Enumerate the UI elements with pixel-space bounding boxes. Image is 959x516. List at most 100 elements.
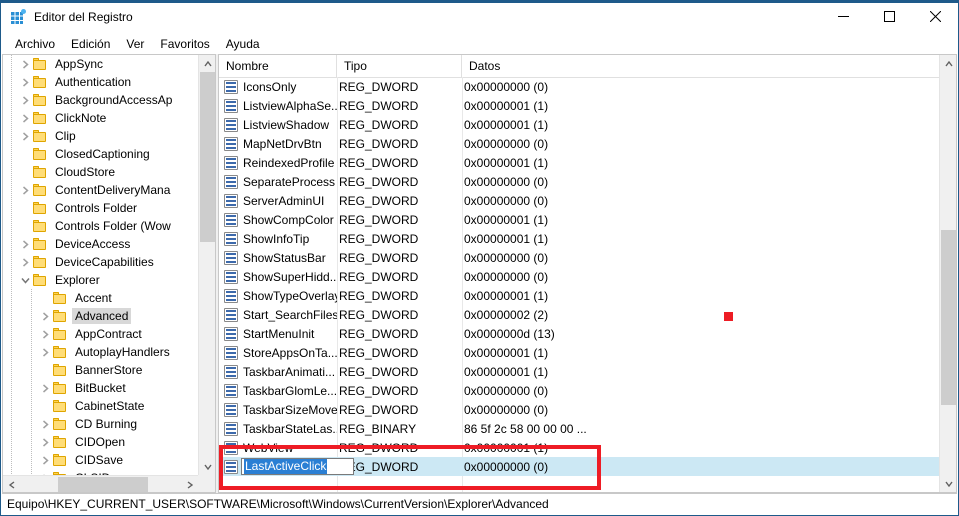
tree-scroll-down-icon[interactable] <box>199 458 215 475</box>
tree-item-clip[interactable]: Clip <box>3 127 198 145</box>
tree-item-controls-folder-wow[interactable]: Controls Folder (Wow <box>3 217 198 235</box>
tree-item-contentdeliverymana[interactable]: ContentDeliveryMana <box>3 181 198 199</box>
chevron-right-icon[interactable] <box>17 109 33 127</box>
value-row[interactable]: ListviewShadow REG_DWORD 0x00000001 (1) <box>219 115 939 134</box>
value-name-cell[interactable]: MapNetDrvBtn <box>219 136 337 151</box>
tree-item-explorer[interactable]: Explorer <box>3 271 198 289</box>
tree-hscroll-thumb[interactable] <box>58 477 148 492</box>
value-row[interactable]: WebView REG_DWORD 0x00000001 (1) <box>219 438 939 457</box>
value-row[interactable]: ListviewAlphaSe... REG_DWORD 0x00000001 (1… <box>219 96 939 115</box>
menu-archivo[interactable]: Archivo <box>7 35 63 53</box>
list-vertical-scrollbar[interactable] <box>939 55 956 492</box>
tree-item-authentication[interactable]: Authentication <box>3 73 198 91</box>
chevron-right-icon[interactable] <box>17 73 33 91</box>
value-row[interactable]: TaskbarStateLas... REG_BINARY 86 5f 2c 58 … <box>219 419 939 438</box>
tree-item-devicecapabilities[interactable]: DeviceCapabilities <box>3 253 198 271</box>
value-row[interactable]: ShowTypeOverlay REG_DWORD 0x00000001 (1) <box>219 286 939 305</box>
tree-item-closedcaptioning[interactable]: ClosedCaptioning <box>3 145 198 163</box>
value-row[interactable]: TaskbarSizeMove REG_DWORD 0x00000000 (0) <box>219 400 939 419</box>
value-row[interactable]: ReindexedProfile REG_DWORD 0x00000001 (1) <box>219 153 939 172</box>
chevron-right-icon[interactable] <box>17 127 33 145</box>
value-row[interactable]: ShowSuperHidd... REG_DWORD 0x00000000 (0) <box>219 267 939 286</box>
value-row[interactable]: ServerAdminUI REG_DWORD 0x00000000 (0) <box>219 191 939 210</box>
tree-item-appcontract[interactable]: AppContract <box>3 325 198 343</box>
rename-input[interactable]: LastActiveClick <box>241 458 354 475</box>
tree-item-backgroundaccessap[interactable]: BackgroundAccessAp <box>3 91 198 109</box>
tree-item-cidsave[interactable]: CIDSave <box>3 451 198 469</box>
maximize-button[interactable] <box>866 1 912 32</box>
tree-vertical-scrollbar[interactable] <box>198 55 215 475</box>
value-name-cell[interactable]: ReindexedProfile <box>219 155 337 170</box>
tree-scroll-left-icon[interactable] <box>3 476 20 492</box>
value-name-cell[interactable]: TaskbarAnimati... <box>219 364 337 379</box>
minimize-button[interactable] <box>820 1 866 32</box>
list-scroll-thumb[interactable] <box>941 230 956 405</box>
column-header-tipo[interactable]: Tipo <box>337 55 462 77</box>
chevron-down-icon[interactable] <box>17 271 33 289</box>
tree-scroll-up-icon[interactable] <box>199 55 215 72</box>
tree-item-controls-folder[interactable]: Controls Folder <box>3 199 198 217</box>
value-name-cell[interactable]: TaskbarSizeMove <box>219 402 337 417</box>
tree-item-autoplayhandlers[interactable]: AutoplayHandlers <box>3 343 198 361</box>
value-name-cell[interactable]: ShowInfoTip <box>219 231 337 246</box>
value-name-cell[interactable]: ServerAdminUI <box>219 193 337 208</box>
list-scroll-down-icon[interactable] <box>940 475 956 492</box>
column-header-nombre[interactable]: Nombre <box>219 55 337 77</box>
value-name-cell[interactable]: IconsOnly <box>219 79 337 94</box>
tree-scroll-right-icon[interactable] <box>181 476 198 492</box>
tree-item-cidopen[interactable]: CIDOpen <box>3 433 198 451</box>
menu-favoritos[interactable]: Favoritos <box>152 35 217 53</box>
tree-item-clicknote[interactable]: ClickNote <box>3 109 198 127</box>
chevron-right-icon[interactable] <box>17 235 33 253</box>
value-row[interactable]: ShowCompColor REG_DWORD 0x00000001 (1) <box>219 210 939 229</box>
tree-item-bannerstore[interactable]: BannerStore <box>3 361 198 379</box>
tree-item-cloudstore[interactable]: CloudStore <box>3 163 198 181</box>
value-row[interactable]: StoreAppsOnTa... REG_DWORD 0x00000001 (1) <box>219 343 939 362</box>
value-name-cell[interactable]: ShowTypeOverlay <box>219 288 337 303</box>
value-name-cell[interactable]: ShowCompColor <box>219 212 337 227</box>
chevron-right-icon[interactable] <box>37 415 53 433</box>
menu-ayuda[interactable]: Ayuda <box>218 35 268 53</box>
value-row[interactable]: MapNetDrvBtn REG_DWORD 0x00000000 (0) <box>219 134 939 153</box>
menu-edicion[interactable]: Edición <box>63 35 118 53</box>
chevron-right-icon[interactable] <box>37 451 53 469</box>
value-row[interactable]: ShowStatusBar REG_DWORD 0x00000000 (0) <box>219 248 939 267</box>
list-scroll-up-icon[interactable] <box>940 55 956 72</box>
value-row[interactable]: ShowInfoTip REG_DWORD 0x00000001 (1) <box>219 229 939 248</box>
chevron-right-icon[interactable] <box>37 433 53 451</box>
value-row[interactable]: TaskbarAnimati... REG_DWORD 0x00000001 (1) <box>219 362 939 381</box>
tree-item-advanced[interactable]: Advanced <box>3 307 198 325</box>
chevron-right-icon[interactable] <box>37 379 53 397</box>
value-name-cell[interactable]: ListviewShadow <box>219 117 337 132</box>
menu-ver[interactable]: Ver <box>118 35 152 53</box>
tree-item-cd-burning[interactable]: CD Burning <box>3 415 198 433</box>
tree-item-cabinetstate[interactable]: CabinetState <box>3 397 198 415</box>
value-name-cell[interactable]: WebView <box>219 440 337 455</box>
value-name-cell[interactable]: ListviewAlphaSe... <box>219 98 337 113</box>
tree-scroll-thumb[interactable] <box>200 72 215 242</box>
value-row[interactable]: IconsOnly REG_DWORD 0x00000000 (0) <box>219 77 939 96</box>
tree-item-bitbucket[interactable]: BitBucket <box>3 379 198 397</box>
chevron-right-icon[interactable] <box>17 55 33 73</box>
close-button[interactable] <box>912 1 958 32</box>
value-name-cell[interactable]: ShowStatusBar <box>219 250 337 265</box>
value-name-cell[interactable]: StartMenuInit <box>219 326 337 341</box>
value-name-cell[interactable]: TaskbarStateLas... <box>219 421 337 436</box>
chevron-right-icon[interactable] <box>37 325 53 343</box>
column-header-datos[interactable]: Datos <box>462 55 956 77</box>
tree-item-accent[interactable]: Accent <box>3 289 198 307</box>
chevron-right-icon[interactable] <box>17 181 33 199</box>
value-name-cell[interactable]: TaskbarGlomLe... <box>219 383 337 398</box>
registry-tree[interactable]: AppSync Authentication BackgroundAccessAp C… <box>3 55 198 475</box>
value-name-cell[interactable]: StoreAppsOnTa... <box>219 345 337 360</box>
tree-item-deviceaccess[interactable]: DeviceAccess <box>3 235 198 253</box>
value-row[interactable]: LastActiveClickREG_DWORD0x00000000 (0)La… <box>219 457 939 476</box>
value-name-cell[interactable]: ShowSuperHidd... <box>219 269 337 284</box>
tree-horizontal-scrollbar[interactable] <box>3 475 198 492</box>
tree-item-appsync[interactable]: AppSync <box>3 55 198 73</box>
chevron-right-icon[interactable] <box>37 307 53 325</box>
value-row[interactable]: SeparateProcess REG_DWORD 0x00000000 (0) <box>219 172 939 191</box>
registry-values-list[interactable]: IconsOnly REG_DWORD 0x00000000 (0) Listview… <box>219 77 939 492</box>
value-row[interactable]: StartMenuInit REG_DWORD 0x0000000d (13) <box>219 324 939 343</box>
value-row[interactable]: Start_SearchFiles REG_DWORD 0x00000002 (2) <box>219 305 939 324</box>
